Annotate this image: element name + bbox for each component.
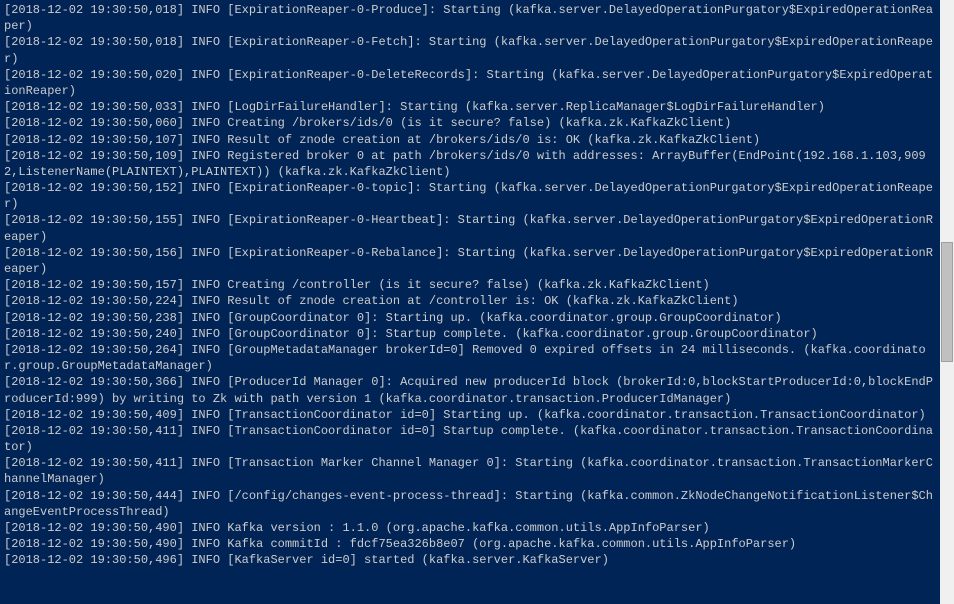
log-line: [2018-12-02 19:30:50,490] INFO Kafka ver… <box>4 520 936 536</box>
terminal-output[interactable]: [2018-12-02 19:30:50,018] INFO [Expirati… <box>0 0 940 604</box>
log-line: [2018-12-02 19:30:50,444] INFO [/config/… <box>4 488 936 520</box>
vertical-scrollbar[interactable] <box>940 0 954 604</box>
log-line: [2018-12-02 19:30:50,264] INFO [GroupMet… <box>4 342 936 374</box>
log-line: [2018-12-02 19:30:50,033] INFO [LogDirFa… <box>4 99 936 115</box>
log-line: [2018-12-02 19:30:50,157] INFO Creating … <box>4 277 936 293</box>
log-line: [2018-12-02 19:30:50,156] INFO [Expirati… <box>4 245 936 277</box>
log-line: [2018-12-02 19:30:50,109] INFO Registere… <box>4 148 936 180</box>
log-line: [2018-12-02 19:30:50,238] INFO [GroupCoo… <box>4 310 936 326</box>
log-line: [2018-12-02 19:30:50,411] INFO [Transact… <box>4 455 936 487</box>
log-line: [2018-12-02 19:30:50,496] INFO [KafkaSer… <box>4 552 936 568</box>
log-line: [2018-12-02 19:30:50,152] INFO [Expirati… <box>4 180 936 212</box>
log-line: [2018-12-02 19:30:50,409] INFO [Transact… <box>4 407 936 423</box>
log-line: [2018-12-02 19:30:50,411] INFO [Transact… <box>4 423 936 455</box>
log-line: [2018-12-02 19:30:50,060] INFO Creating … <box>4 115 936 131</box>
log-line: [2018-12-02 19:30:50,018] INFO [Expirati… <box>4 2 936 34</box>
log-line: [2018-12-02 19:30:50,366] INFO [Producer… <box>4 374 936 406</box>
scrollbar-thumb[interactable] <box>941 242 953 362</box>
log-line: [2018-12-02 19:30:50,020] INFO [Expirati… <box>4 67 936 99</box>
log-line: [2018-12-02 19:30:50,107] INFO Result of… <box>4 132 936 148</box>
log-line: [2018-12-02 19:30:50,224] INFO Result of… <box>4 293 936 309</box>
log-line: [2018-12-02 19:30:50,240] INFO [GroupCoo… <box>4 326 936 342</box>
log-line: [2018-12-02 19:30:50,490] INFO Kafka com… <box>4 536 936 552</box>
log-line: [2018-12-02 19:30:50,155] INFO [Expirati… <box>4 212 936 244</box>
log-line: [2018-12-02 19:30:50,018] INFO [Expirati… <box>4 34 936 66</box>
